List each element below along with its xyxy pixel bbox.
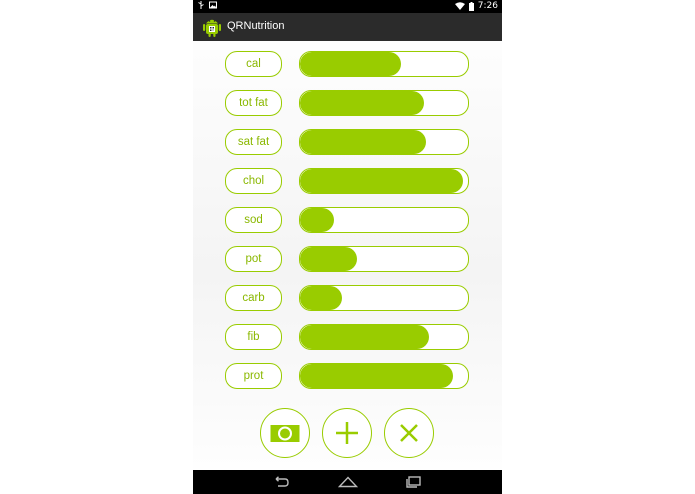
nutrient-progress-fill xyxy=(300,130,426,154)
nutrient-progress-fill xyxy=(300,247,357,271)
nutrient-label-button[interactable]: sod xyxy=(225,207,282,233)
recents-icon[interactable] xyxy=(404,476,422,488)
nutrient-row: pot xyxy=(193,246,502,274)
nutrient-row: prot xyxy=(193,363,502,391)
camera-button[interactable] xyxy=(260,408,310,458)
nutrient-label-button[interactable]: tot fat xyxy=(225,90,282,116)
clock: 7:26 xyxy=(477,1,498,11)
wifi-icon xyxy=(454,2,465,10)
back-icon[interactable] xyxy=(272,476,290,488)
nutrient-progress-fill xyxy=(300,169,463,193)
nutrient-row: sat fat xyxy=(193,129,502,157)
nutrient-progress-bar xyxy=(299,324,469,350)
nutrient-progress-bar xyxy=(299,51,469,77)
plus-icon xyxy=(336,422,358,444)
nutrient-list[interactable]: cal tot fat sat fat chol sod pot carb fib prot xyxy=(193,41,502,401)
action-bar: QRNutrition xyxy=(193,13,502,41)
camera-icon xyxy=(270,425,300,442)
nutrient-label-button[interactable]: pot xyxy=(225,246,282,272)
nutrient-label-button[interactable]: chol xyxy=(225,168,282,194)
navigation-bar xyxy=(193,470,502,494)
nutrient-label-button[interactable]: fib xyxy=(225,324,282,350)
status-bar: 7:26 xyxy=(193,0,502,13)
home-icon[interactable] xyxy=(338,476,358,488)
add-button[interactable] xyxy=(322,408,372,458)
nutrient-label-button[interactable]: carb xyxy=(225,285,282,311)
nutrient-progress-bar xyxy=(299,246,469,272)
nutrient-label-button[interactable]: cal xyxy=(225,51,282,77)
battery-icon xyxy=(468,1,474,11)
nutrient-progress-fill xyxy=(300,208,334,232)
nutrient-row: sod xyxy=(193,207,502,235)
nutrient-row: fib xyxy=(193,324,502,352)
nutrient-progress-fill xyxy=(300,286,342,310)
nutrient-progress-bar xyxy=(299,207,469,233)
nutrient-progress-bar xyxy=(299,168,469,194)
nutrient-label-button[interactable]: prot xyxy=(225,363,282,389)
nutrient-row: cal xyxy=(193,51,502,79)
nutrient-progress-fill xyxy=(300,91,424,115)
device-screen: 7:26 QRNutrition cal tot fat sat fat chol so… xyxy=(193,0,502,494)
bottom-button-bar xyxy=(193,408,502,462)
nutrient-progress-bar xyxy=(299,90,469,116)
android-robot-icon[interactable] xyxy=(201,16,223,38)
nutrient-progress-bar xyxy=(299,129,469,155)
nutrient-progress-fill xyxy=(300,325,429,349)
nutrient-row: chol xyxy=(193,168,502,196)
nutrient-row: tot fat xyxy=(193,90,502,118)
close-icon xyxy=(400,424,418,442)
app-title: QRNutrition xyxy=(227,20,285,32)
nutrient-row: carb xyxy=(193,285,502,313)
image-notification-icon xyxy=(209,1,217,9)
clear-button[interactable] xyxy=(384,408,434,458)
usb-icon xyxy=(198,1,204,9)
nutrient-progress-bar xyxy=(299,363,469,389)
nutrient-progress-fill xyxy=(300,52,401,76)
nutrient-progress-fill xyxy=(300,364,453,388)
nutrient-label-button[interactable]: sat fat xyxy=(225,129,282,155)
nutrient-progress-bar xyxy=(299,285,469,311)
